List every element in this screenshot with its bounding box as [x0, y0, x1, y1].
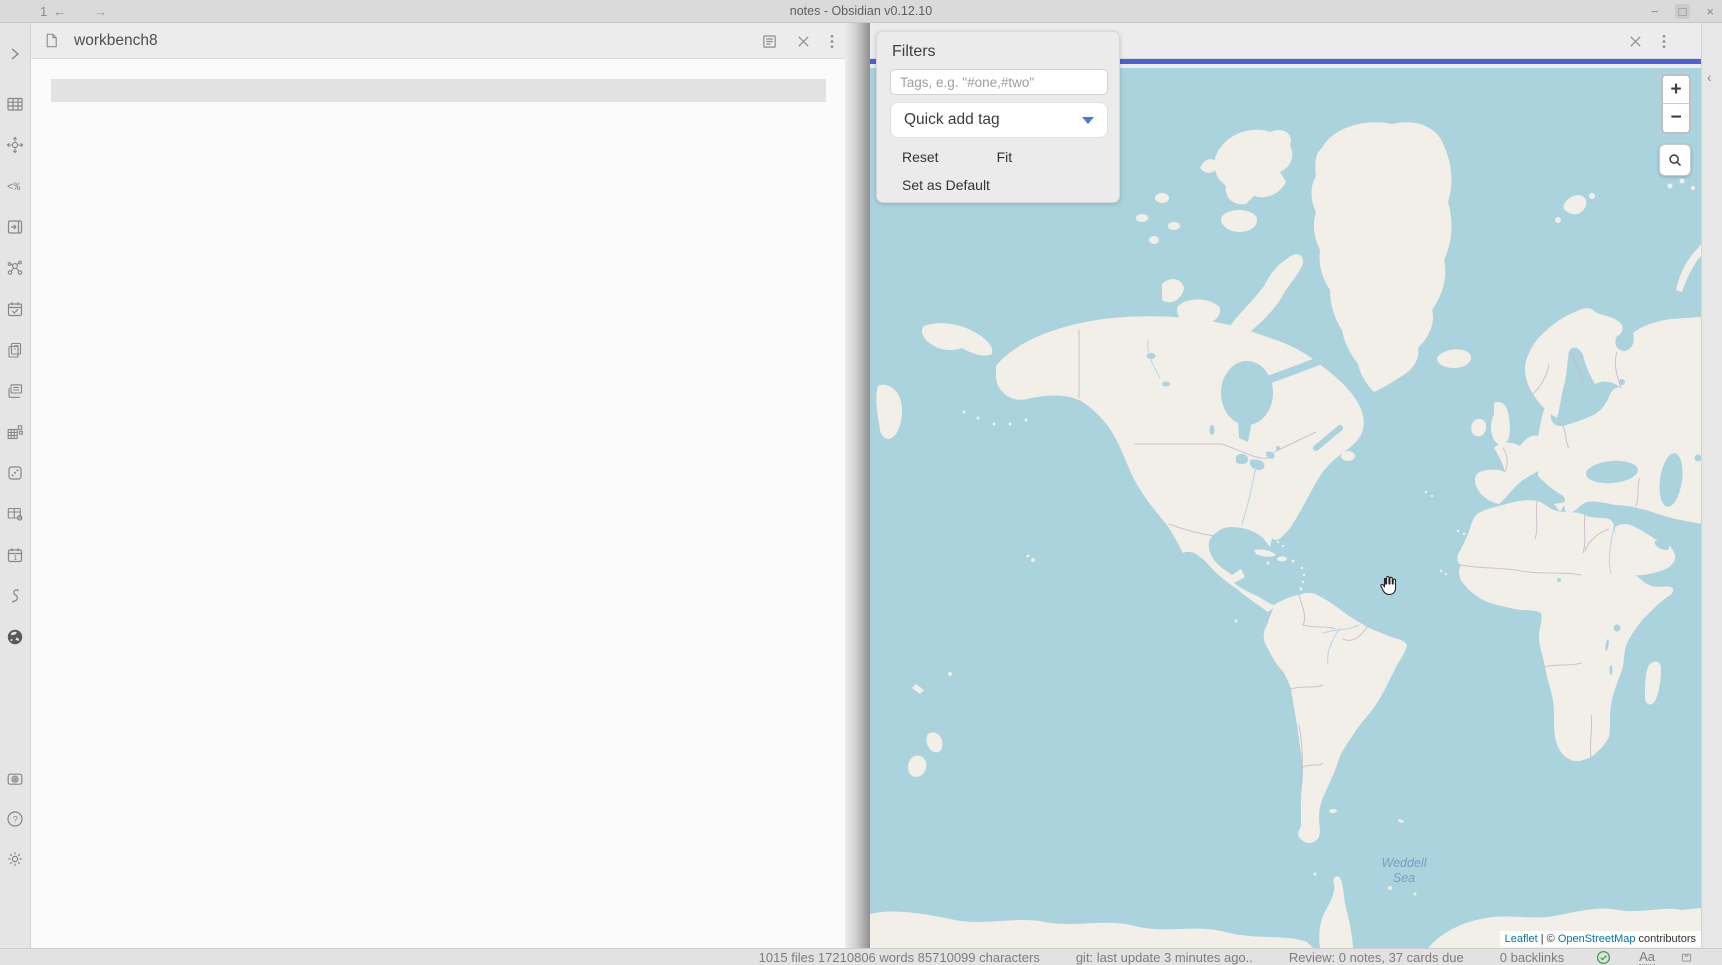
left-pane-header-icons — [761, 23, 835, 59]
text-size-toggle[interactable]: Aa — [1639, 949, 1655, 965]
left-ribbon: <% 1 ? — [0, 23, 31, 948]
templater-icon[interactable]: <% — [6, 177, 24, 195]
chevron-down-icon — [1082, 117, 1094, 124]
more-options-icon[interactable] — [1661, 33, 1667, 50]
review-status[interactable]: Review: 0 notes, 37 cards due — [1289, 950, 1464, 965]
editor-area[interactable] — [31, 60, 845, 948]
collapse-left-icon[interactable]: ‹ — [1707, 69, 1722, 85]
panel-arrow-icon[interactable] — [6, 218, 24, 236]
close-pane-icon[interactable] — [1628, 34, 1643, 49]
pane-divider[interactable] — [845, 23, 870, 948]
ribbon-bottom-group: ? — [6, 770, 24, 890]
empty-block-placeholder — [51, 79, 826, 102]
pane-title: workbench8 — [74, 32, 158, 50]
move-crosshair-icon[interactable] — [6, 136, 24, 154]
dice-icon[interactable] — [6, 464, 24, 482]
copy-documents-icon[interactable] — [6, 341, 24, 359]
svg-text:?: ? — [13, 814, 18, 824]
leaflet-link[interactable]: Leaflet — [1505, 933, 1538, 945]
stacked-cards-icon[interactable] — [6, 382, 24, 400]
settings-gear-icon[interactable] — [6, 850, 24, 868]
tags-filter-input[interactable] — [890, 69, 1108, 95]
graph-icon[interactable] — [6, 259, 24, 277]
fit-button[interactable]: Fit — [997, 149, 1013, 165]
map-pane-header-icons — [1628, 23, 1667, 59]
map-zoom-control: + − — [1661, 74, 1691, 134]
status-mini-icon[interactable] — [1681, 952, 1692, 963]
blocks-grid-icon[interactable] — [6, 423, 24, 441]
svg-text:<%: <% — [7, 182, 21, 194]
globe-icon[interactable] — [6, 628, 24, 646]
recorder-icon[interactable] — [6, 587, 24, 605]
attribution-separator: | © — [1538, 933, 1558, 945]
help-icon[interactable]: ? — [6, 810, 24, 828]
close-window-icon[interactable]: × — [1706, 4, 1714, 19]
maximize-icon[interactable]: □ — [1675, 4, 1691, 19]
attribution-suffix: contributors — [1635, 933, 1696, 945]
calendar-day-icon[interactable]: 1 — [6, 546, 24, 564]
search-icon — [1667, 152, 1683, 168]
camera-icon[interactable] — [6, 770, 24, 788]
quick-add-tag-dropdown[interactable]: Quick add tag — [890, 102, 1108, 138]
right-sidebar-collapsed: ‹ — [1701, 23, 1722, 948]
expand-sidebar-icon[interactable] — [6, 45, 24, 63]
reading-view-icon[interactable] — [761, 33, 778, 50]
titlebar: 1 ← → notes - Obsidian v0.12.10 − □ × — [0, 0, 1722, 23]
sync-check-icon[interactable] — [1596, 950, 1611, 965]
zoom-out-button[interactable]: − — [1663, 104, 1689, 132]
close-pane-icon[interactable] — [796, 34, 811, 49]
obsidian-window: 1 ← → notes - Obsidian v0.12.10 − □ × <% — [0, 0, 1722, 965]
table-gear-icon[interactable] — [6, 505, 24, 523]
filters-title: Filters — [892, 43, 1106, 61]
set-as-default-button[interactable]: Set as Default — [902, 177, 1106, 193]
file-icon — [43, 32, 60, 49]
left-pane-header[interactable]: workbench8 — [31, 23, 845, 59]
window-controls: − □ × — [1651, 0, 1714, 23]
backlinks-count[interactable]: 0 backlinks — [1500, 950, 1564, 965]
calendar-check-icon[interactable] — [6, 300, 24, 318]
quick-add-tag-label: Quick add tag — [904, 111, 1082, 129]
map-filters-panel: Filters Quick add tag Reset Fit Set as D… — [876, 31, 1120, 203]
table-icon[interactable] — [6, 95, 24, 113]
svg-text:1: 1 — [13, 555, 17, 562]
openstreetmap-link[interactable]: OpenStreetMap — [1558, 933, 1636, 945]
window-title: notes - Obsidian v0.12.10 — [0, 0, 1722, 23]
left-pane: workbench8 — [31, 23, 845, 948]
more-options-icon[interactable] — [829, 33, 835, 50]
statusbar: 1015 files 17210806 words 85710099 chara… — [0, 948, 1722, 965]
map-attribution: Leaflet | © OpenStreetMap contributors — [1500, 931, 1701, 947]
map-search-button[interactable] — [1659, 144, 1691, 176]
minimize-icon[interactable]: − — [1651, 4, 1659, 19]
git-status[interactable]: git: last update 3 minutes ago.. — [1076, 950, 1253, 965]
file-stats: 1015 files 17210806 words 85710099 chara… — [759, 950, 1040, 965]
zoom-in-button[interactable]: + — [1663, 76, 1689, 104]
reset-button[interactable]: Reset — [902, 149, 939, 165]
